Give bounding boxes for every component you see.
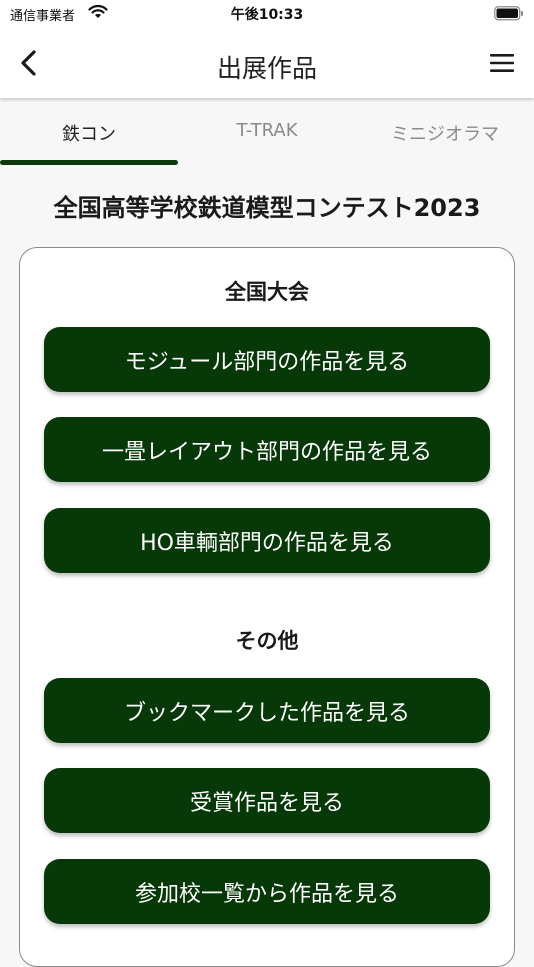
tab-t-trak[interactable]: T-TRAK (178, 98, 356, 168)
section-heading-other: その他 (235, 629, 299, 653)
status-bar: 通信事業者 午後10:33 (0, 0, 534, 28)
tab-tetsucon[interactable]: 鉄コン (0, 98, 178, 168)
tab-label: 鉄コン (62, 124, 116, 145)
battery-icon (494, 6, 523, 21)
navigation-bar: 出展作品 (0, 28, 534, 98)
bookmarked-works-button[interactable]: ブックマークした作品を見る (44, 678, 490, 743)
active-tab-indicator (0, 160, 178, 165)
tab-mini-diorama[interactable]: ミニジオラマ (356, 98, 534, 168)
layout-works-button[interactable]: 一畳レイアウト部門の作品を見る (44, 417, 490, 482)
hamburger-menu-icon[interactable] (488, 52, 516, 74)
module-works-button[interactable]: モジュール部門の作品を見る (44, 327, 490, 392)
ho-vehicle-works-button[interactable]: HO車輌部門の作品を見る (44, 508, 490, 573)
status-time: 午後10:33 (230, 7, 304, 23)
tab-bar: 鉄コン T-TRAK ミニジオラマ (0, 98, 534, 168)
school-list-works-button[interactable]: 参加校一覧から作品を見る (44, 859, 490, 924)
tab-label: ミニジオラマ (391, 124, 499, 145)
page-title: 出展作品 (216, 54, 317, 83)
contest-title: 全国高等学校鉄道模型コンテスト2023 (53, 194, 481, 222)
section-heading-national: 全国大会 (225, 280, 309, 304)
award-works-button[interactable]: 受賞作品を見る (44, 768, 490, 833)
tab-label: T-TRAK (236, 120, 298, 141)
